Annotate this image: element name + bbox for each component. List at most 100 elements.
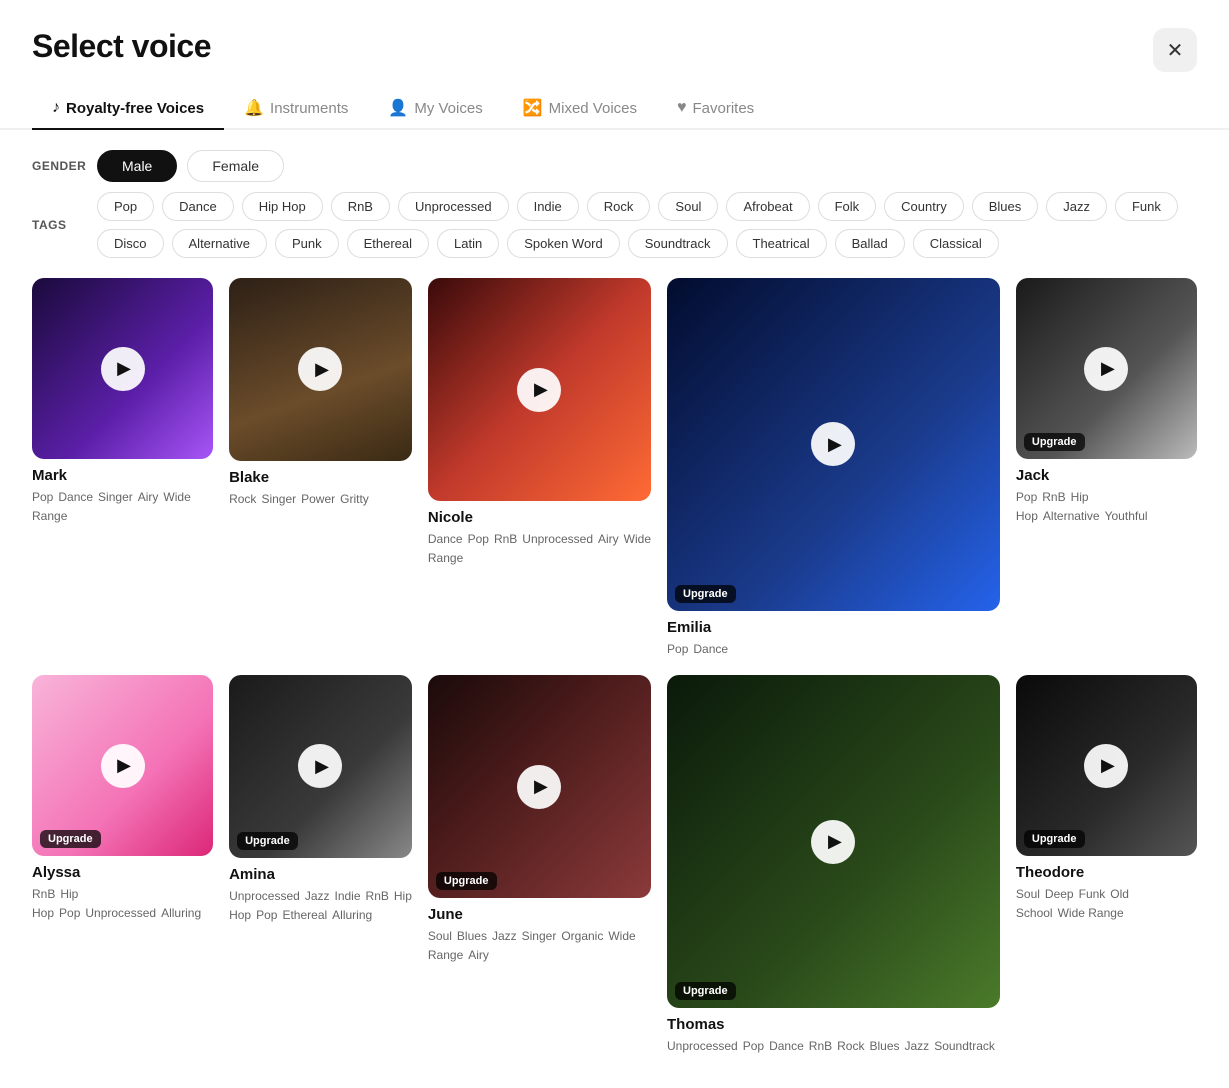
play-button-theodore[interactable]: ▶ bbox=[1084, 744, 1128, 788]
upgrade-badge-june: Upgrade bbox=[436, 872, 497, 890]
tag-disco[interactable]: Disco bbox=[97, 229, 164, 258]
play-icon: ▶ bbox=[117, 358, 131, 379]
tab-royalty-free[interactable]: ♪ Royalty-free Voices bbox=[32, 88, 224, 130]
page-header: Select voice ✕ bbox=[0, 0, 1229, 88]
voice-thumb-june: ▶ Upgrade bbox=[428, 675, 651, 898]
tag-dance[interactable]: Dance bbox=[162, 192, 234, 221]
voice-thumb-nicole: ▶ bbox=[428, 278, 651, 501]
tag-afrobeat[interactable]: Afrobeat bbox=[726, 192, 809, 221]
gender-female-button[interactable]: Female bbox=[187, 150, 284, 182]
tab-bar: ♪ Royalty-free Voices 🔔 Instruments 👤 My… bbox=[0, 88, 1229, 130]
play-button-mark[interactable]: ▶ bbox=[101, 347, 145, 391]
person-icon: 👤 bbox=[388, 98, 408, 118]
play-button-jack[interactable]: ▶ bbox=[1084, 347, 1128, 391]
voice-tags-alyssa: RnBHip HopPopUnprocessedAlluring bbox=[32, 885, 213, 923]
voice-card-jack[interactable]: ▶ Upgrade Jack PopRnBHip HopAlternativeY… bbox=[1016, 278, 1197, 659]
upgrade-badge-jack: Upgrade bbox=[1024, 433, 1085, 451]
tag-rnb[interactable]: RnB bbox=[331, 192, 390, 221]
tag-ballad[interactable]: Ballad bbox=[835, 229, 905, 258]
voice-name-alyssa: Alyssa bbox=[32, 864, 213, 881]
voice-name-theodore: Theodore bbox=[1016, 864, 1197, 881]
tab-instruments[interactable]: 🔔 Instruments bbox=[224, 88, 368, 130]
tag-jazz[interactable]: Jazz bbox=[1046, 192, 1107, 221]
voice-card-nicole[interactable]: ▶ Nicole DancePopRnBUnprocessedAiryWide … bbox=[428, 278, 651, 659]
tag-soundtrack[interactable]: Soundtrack bbox=[628, 229, 728, 258]
voice-name-june: June bbox=[428, 906, 651, 923]
voice-thumb-theodore: ▶ Upgrade bbox=[1016, 675, 1197, 856]
tag-blues[interactable]: Blues bbox=[972, 192, 1039, 221]
tag-hiphop[interactable]: Hip Hop bbox=[242, 192, 323, 221]
play-button-emilia[interactable]: ▶ bbox=[811, 422, 855, 466]
voice-card-thomas[interactable]: ▶ Upgrade Thomas UnprocessedPopDanceRnBR… bbox=[667, 675, 1000, 1056]
voice-tags-mark: PopDanceSingerAiryWide Range bbox=[32, 488, 213, 526]
voice-thumb-alyssa: ▶ Upgrade bbox=[32, 675, 213, 856]
tag-theatrical[interactable]: Theatrical bbox=[736, 229, 827, 258]
play-button-nicole[interactable]: ▶ bbox=[517, 368, 561, 412]
tab-my-voices-label: My Voices bbox=[414, 100, 482, 117]
tag-country[interactable]: Country bbox=[884, 192, 964, 221]
tag-alternative[interactable]: Alternative bbox=[172, 229, 267, 258]
tag-funk[interactable]: Funk bbox=[1115, 192, 1178, 221]
play-icon: ▶ bbox=[1101, 358, 1115, 379]
upgrade-badge-emilia: Upgrade bbox=[675, 585, 736, 603]
tags-filter-row: TAGS Pop Dance Hip Hop RnB Unprocessed I… bbox=[32, 192, 1197, 258]
gender-male-button[interactable]: Male bbox=[97, 150, 177, 182]
tab-mixed-voices-label: Mixed Voices bbox=[549, 100, 637, 117]
voice-card-blake[interactable]: ▶ Blake RockSingerPowerGritty bbox=[229, 278, 412, 659]
tag-ethereal[interactable]: Ethereal bbox=[347, 229, 429, 258]
tag-punk[interactable]: Punk bbox=[275, 229, 339, 258]
voice-card-theodore[interactable]: ▶ Upgrade Theodore SoulDeepFunkOld Schoo… bbox=[1016, 675, 1197, 1056]
voice-name-mark: Mark bbox=[32, 467, 213, 484]
tag-indie[interactable]: Indie bbox=[517, 192, 579, 221]
close-button[interactable]: ✕ bbox=[1153, 28, 1197, 72]
tag-unprocessed[interactable]: Unprocessed bbox=[398, 192, 509, 221]
tag-rock[interactable]: Rock bbox=[587, 192, 651, 221]
tag-folk[interactable]: Folk bbox=[818, 192, 877, 221]
voice-tags-nicole: DancePopRnBUnprocessedAiryWide Range bbox=[428, 530, 651, 568]
tag-soul[interactable]: Soul bbox=[658, 192, 718, 221]
voice-card-june[interactable]: ▶ Upgrade June SoulBluesJazzSingerOrgani… bbox=[428, 675, 651, 1056]
play-button-june[interactable]: ▶ bbox=[517, 765, 561, 809]
voice-card-mark[interactable]: ▶ Mark PopDanceSingerAiryWide Range bbox=[32, 278, 213, 659]
voice-thumb-blake: ▶ bbox=[229, 278, 412, 461]
play-icon: ▶ bbox=[117, 755, 131, 776]
bell-icon: 🔔 bbox=[244, 98, 264, 118]
voice-name-nicole: Nicole bbox=[428, 509, 651, 526]
voice-thumb-amina: ▶ Upgrade bbox=[229, 675, 412, 858]
voice-thumb-emilia: ▶ Upgrade bbox=[667, 278, 1000, 611]
tab-royalty-free-label: Royalty-free Voices bbox=[66, 100, 204, 117]
voice-grid: ▶ Mark PopDanceSingerAiryWide Range ▶ Bl… bbox=[0, 278, 1229, 1088]
play-icon: ▶ bbox=[828, 831, 842, 852]
voice-card-amina[interactable]: ▶ Upgrade Amina UnprocessedJazzIndieRnBH… bbox=[229, 675, 412, 1056]
voice-card-alyssa[interactable]: ▶ Upgrade Alyssa RnBHip HopPopUnprocesse… bbox=[32, 675, 213, 1056]
play-button-alyssa[interactable]: ▶ bbox=[101, 744, 145, 788]
voice-tags-blake: RockSingerPowerGritty bbox=[229, 490, 412, 509]
tags-label: TAGS bbox=[32, 218, 87, 232]
voice-tags-june: SoulBluesJazzSingerOrganicWide RangeAiry bbox=[428, 927, 651, 965]
tab-favorites-label: Favorites bbox=[693, 100, 755, 117]
upgrade-badge-theodore: Upgrade bbox=[1024, 830, 1085, 848]
tag-spoken-word[interactable]: Spoken Word bbox=[507, 229, 620, 258]
play-button-amina[interactable]: ▶ bbox=[298, 744, 342, 788]
play-button-thomas[interactable]: ▶ bbox=[811, 820, 855, 864]
voice-card-emilia[interactable]: ▶ Upgrade Emilia PopDance bbox=[667, 278, 1000, 659]
voice-name-amina: Amina bbox=[229, 866, 412, 883]
tab-instruments-label: Instruments bbox=[270, 100, 348, 117]
tag-latin[interactable]: Latin bbox=[437, 229, 499, 258]
tag-classical[interactable]: Classical bbox=[913, 229, 999, 258]
play-icon: ▶ bbox=[828, 434, 842, 455]
upgrade-badge-alyssa: Upgrade bbox=[40, 830, 101, 848]
tag-pop[interactable]: Pop bbox=[97, 192, 154, 221]
voice-name-blake: Blake bbox=[229, 469, 412, 486]
tab-my-voices[interactable]: 👤 My Voices bbox=[368, 88, 502, 130]
gender-filter-row: GENDER Male Female bbox=[32, 150, 1197, 182]
filters-section: GENDER Male Female TAGS Pop Dance Hip Ho… bbox=[0, 150, 1229, 258]
play-button-blake[interactable]: ▶ bbox=[298, 347, 342, 391]
voice-tags-theodore: SoulDeepFunkOld SchoolWide Range bbox=[1016, 885, 1197, 923]
tab-favorites[interactable]: ♥ Favorites bbox=[657, 88, 774, 130]
tab-mixed-voices[interactable]: 🔀 Mixed Voices bbox=[503, 88, 657, 130]
play-icon: ▶ bbox=[315, 359, 329, 380]
play-icon: ▶ bbox=[534, 379, 548, 400]
voice-thumb-jack: ▶ Upgrade bbox=[1016, 278, 1197, 459]
play-icon: ▶ bbox=[315, 756, 329, 777]
